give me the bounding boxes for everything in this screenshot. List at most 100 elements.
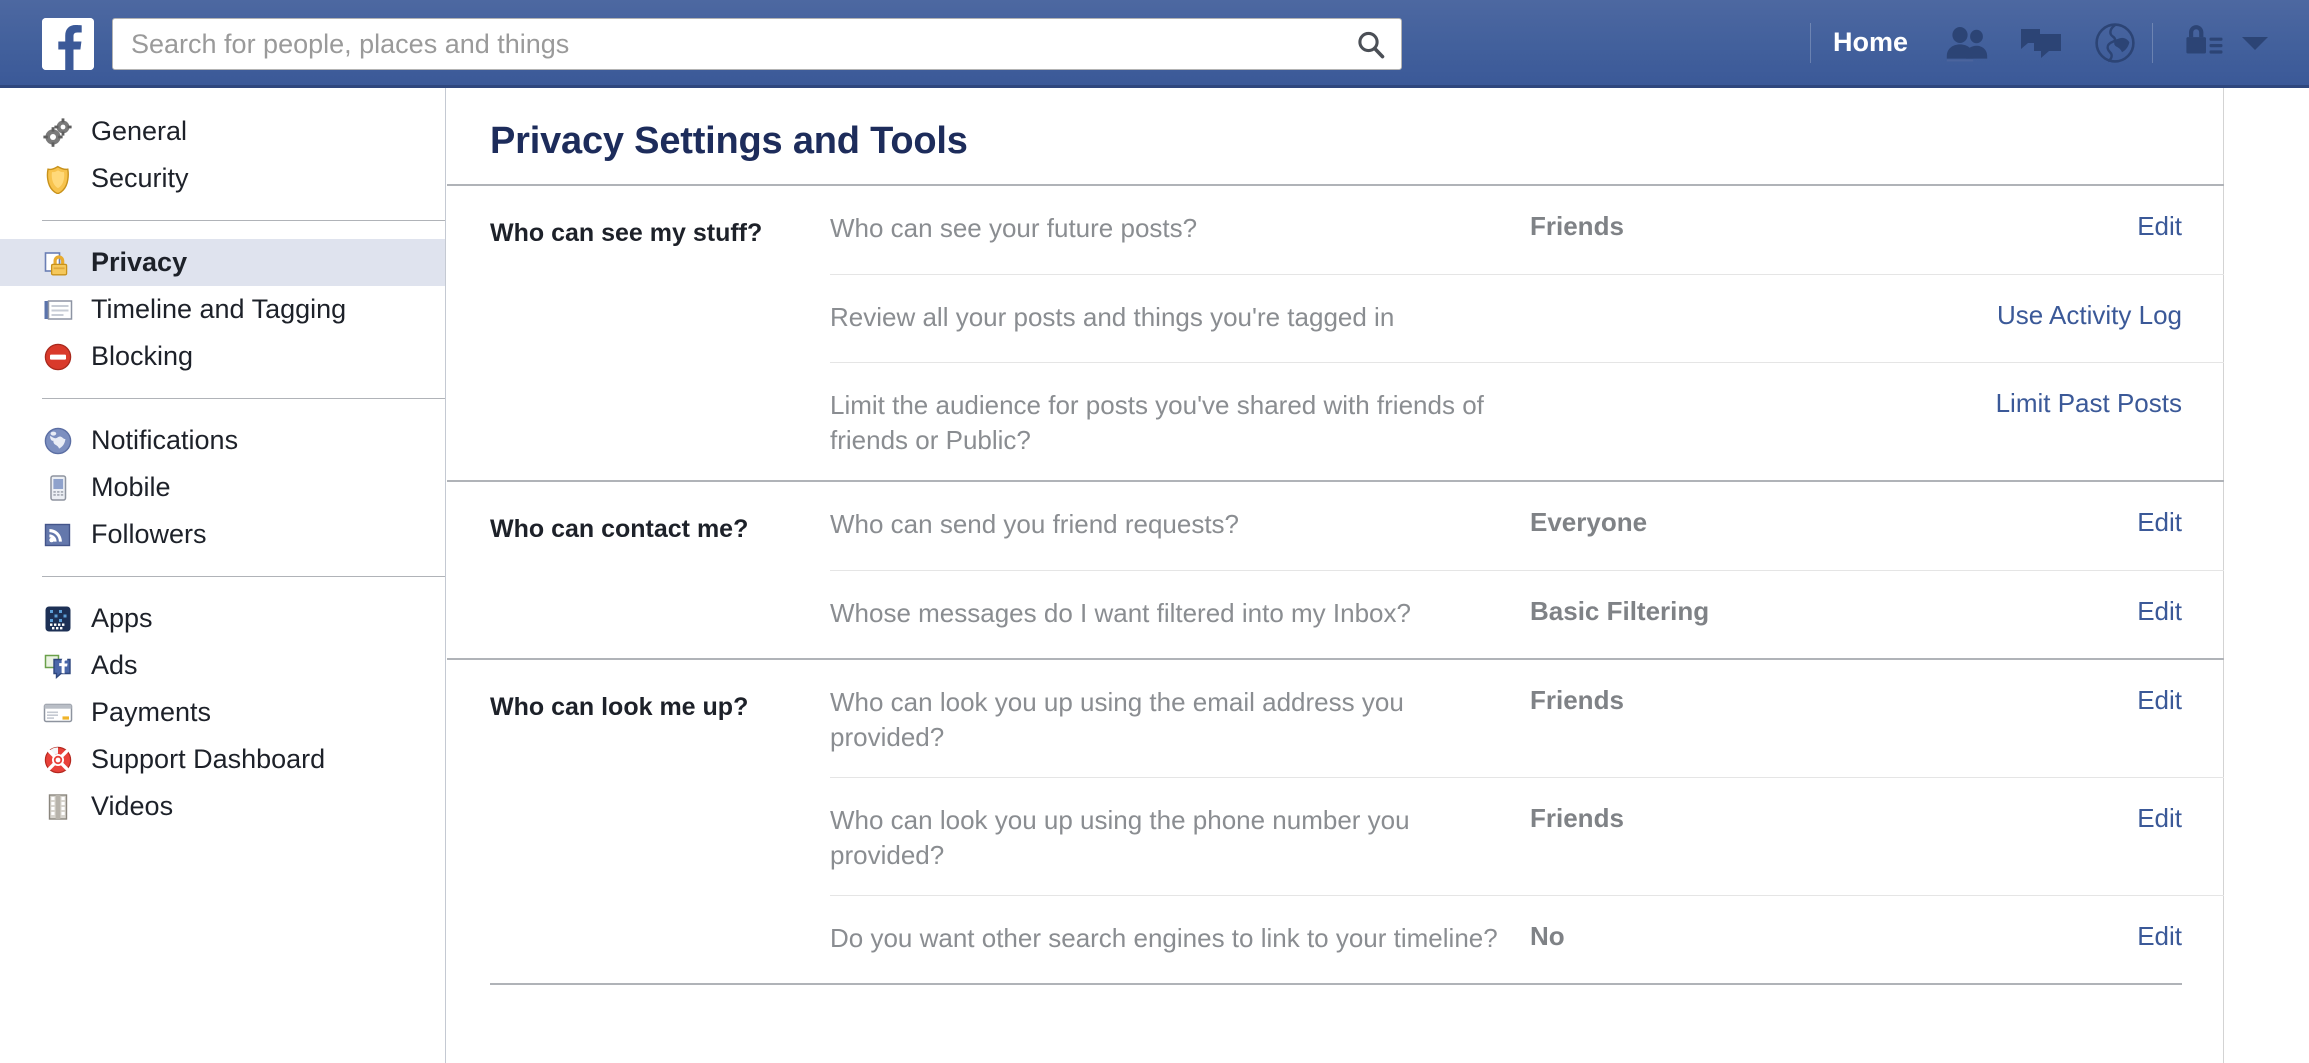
setting-row: Review all your posts and things you're … bbox=[830, 274, 2224, 362]
rss-followers-icon bbox=[42, 519, 74, 551]
setting-action: Edit bbox=[1900, 685, 2224, 716]
setting-action: Edit bbox=[1900, 507, 2224, 538]
settings-table: Who can see my stuff? Who can see your f… bbox=[447, 184, 2224, 985]
nav-divider-right bbox=[2152, 22, 2153, 63]
setting-value: Friends bbox=[1530, 211, 1624, 241]
sidebar-divider-1 bbox=[42, 220, 445, 221]
sidebar-item-support-dashboard[interactable]: Support Dashboard bbox=[0, 736, 445, 783]
sidebar-item-timeline-and-tagging[interactable]: Timeline and Tagging bbox=[0, 286, 445, 333]
search-box[interactable] bbox=[112, 18, 1402, 70]
sidebar-item-label: Mobile bbox=[91, 472, 171, 502]
privacy-shortcuts-lock-icon[interactable] bbox=[2179, 20, 2225, 66]
sidebar-item-videos[interactable]: Videos bbox=[0, 783, 445, 830]
sidebar-item-security[interactable]: Security bbox=[0, 155, 445, 202]
notifications-globe-icon[interactable] bbox=[2092, 20, 2138, 66]
sidebar-item-apps[interactable]: Apps bbox=[0, 595, 445, 642]
sidebar-item-label: Followers bbox=[91, 519, 207, 549]
page-body: General Security Privacy Timeline and Ta… bbox=[0, 88, 2309, 1063]
sidebar-group-account: General Security bbox=[0, 88, 445, 202]
sidebar-divider-3 bbox=[42, 576, 445, 577]
sidebar-item-payments[interactable]: Payments bbox=[0, 689, 445, 736]
sidebar-item-label: Ads bbox=[91, 650, 138, 680]
edit-link[interactable]: Edit bbox=[2137, 211, 2182, 241]
section-title: Who can contact me? bbox=[490, 515, 749, 544]
search-input[interactable] bbox=[131, 19, 1331, 69]
edit-link[interactable]: Edit bbox=[2137, 596, 2182, 626]
setting-action: Edit bbox=[1900, 803, 2224, 834]
sidebar-item-blocking[interactable]: Blocking bbox=[0, 333, 445, 380]
section-rows: Who can see your future posts? Friends E… bbox=[830, 186, 2224, 480]
sidebar-item-label: Notifications bbox=[91, 425, 239, 455]
top-bar-nav: Home bbox=[1809, 0, 2309, 85]
table-bottom-rule bbox=[490, 983, 2182, 985]
setting-row: Who can look you up using the email addr… bbox=[830, 660, 2224, 777]
settings-sidebar: General Security Privacy Timeline and Ta… bbox=[0, 88, 446, 1063]
edit-link[interactable]: Edit bbox=[2137, 803, 2182, 833]
setting-question: Limit the audience for posts you've shar… bbox=[830, 390, 1484, 455]
credit-card-icon bbox=[42, 697, 74, 729]
setting-row: Who can look you up using the phone numb… bbox=[830, 777, 2224, 895]
account-settings-caret-icon[interactable] bbox=[2235, 23, 2275, 63]
setting-question: Who can look you up using the email addr… bbox=[830, 687, 1404, 752]
setting-action: Edit bbox=[1900, 211, 2224, 242]
settings-section: Who can contact me? Who can send you fri… bbox=[447, 480, 2224, 658]
setting-action: Edit bbox=[1900, 596, 2224, 627]
setting-value: Friends bbox=[1530, 685, 1624, 716]
timeline-icon bbox=[42, 294, 74, 326]
apps-grid-icon bbox=[42, 603, 74, 635]
facebook-top-bar: Home bbox=[0, 0, 2309, 88]
section-title: Who can look me up? bbox=[490, 693, 749, 722]
sidebar-item-privacy[interactable]: Privacy bbox=[0, 239, 445, 286]
ads-icon bbox=[42, 650, 74, 682]
edit-link[interactable]: Edit bbox=[2137, 685, 2182, 715]
setting-question: Whose messages do I want filtered into m… bbox=[830, 598, 1411, 629]
sidebar-item-label: Privacy bbox=[91, 247, 188, 277]
setting-question: Who can look you up using the phone numb… bbox=[830, 805, 1410, 870]
sidebar-item-notifications[interactable]: Notifications bbox=[0, 417, 445, 464]
setting-row: Who can see your future posts? Friends E… bbox=[830, 186, 2224, 274]
film-strip-icon bbox=[42, 791, 74, 823]
setting-value: No bbox=[1530, 921, 1565, 952]
settings-section: Who can see my stuff? Who can see your f… bbox=[447, 184, 2224, 480]
setting-question: Do you want other search engines to link… bbox=[830, 923, 1498, 954]
sidebar-item-followers[interactable]: Followers bbox=[0, 511, 445, 558]
setting-row: Whose messages do I want filtered into m… bbox=[830, 570, 2224, 658]
sidebar-item-label: General bbox=[91, 116, 188, 146]
setting-row: Limit the audience for posts you've shar… bbox=[830, 362, 2224, 480]
home-link[interactable]: Home bbox=[1811, 27, 1930, 58]
setting-action: Limit Past Posts bbox=[1900, 388, 2224, 419]
blocking-no-entry-icon bbox=[42, 341, 74, 373]
sidebar-item-mobile[interactable]: Mobile bbox=[0, 464, 445, 511]
sidebar-item-label: Videos bbox=[91, 791, 174, 821]
setting-action: Use Activity Log bbox=[1900, 300, 2224, 331]
setting-question: Who can send you friend requests? bbox=[830, 509, 1240, 540]
mobile-phone-icon bbox=[42, 472, 74, 504]
setting-question: Who can see your future posts? bbox=[830, 213, 1198, 243]
section-title: Who can see my stuff? bbox=[490, 219, 763, 247]
edit-link[interactable]: Edit bbox=[2137, 921, 2182, 951]
messages-icon[interactable] bbox=[2018, 20, 2064, 66]
settings-section: Who can look me up? Who can look you up … bbox=[447, 658, 2224, 983]
facebook-f-logo[interactable] bbox=[42, 18, 94, 70]
use-activity-log-link[interactable]: Use Activity Log bbox=[1997, 300, 2182, 330]
sidebar-group-privacy: Privacy Timeline and Tagging Blocking bbox=[0, 239, 445, 380]
setting-question: Review all your posts and things you're … bbox=[830, 302, 1395, 332]
setting-value: Friends bbox=[1530, 803, 1624, 834]
setting-action: Edit bbox=[1900, 921, 2224, 952]
sidebar-item-general[interactable]: General bbox=[0, 108, 445, 155]
section-rows: Who can send you friend requests? Everyo… bbox=[830, 482, 2224, 658]
sidebar-item-label: Blocking bbox=[91, 341, 194, 371]
setting-row: Do you want other search engines to link… bbox=[830, 895, 2224, 983]
life-ring-icon bbox=[42, 744, 74, 776]
sidebar-item-label: Apps bbox=[91, 603, 153, 633]
sidebar-group-apps: Apps Ads Payments Support Dashboard Vide… bbox=[0, 595, 445, 830]
sidebar-item-label: Timeline and Tagging bbox=[91, 294, 347, 324]
search-icon[interactable] bbox=[1355, 29, 1387, 61]
edit-link[interactable]: Edit bbox=[2137, 507, 2182, 537]
sidebar-item-label: Support Dashboard bbox=[91, 744, 326, 774]
friend-requests-icon[interactable] bbox=[1944, 20, 1990, 66]
section-rows: Who can look you up using the email addr… bbox=[830, 660, 2224, 983]
page-title: Privacy Settings and Tools bbox=[490, 120, 968, 162]
limit-past-posts-link[interactable]: Limit Past Posts bbox=[1996, 388, 2182, 418]
sidebar-item-ads[interactable]: Ads bbox=[0, 642, 445, 689]
